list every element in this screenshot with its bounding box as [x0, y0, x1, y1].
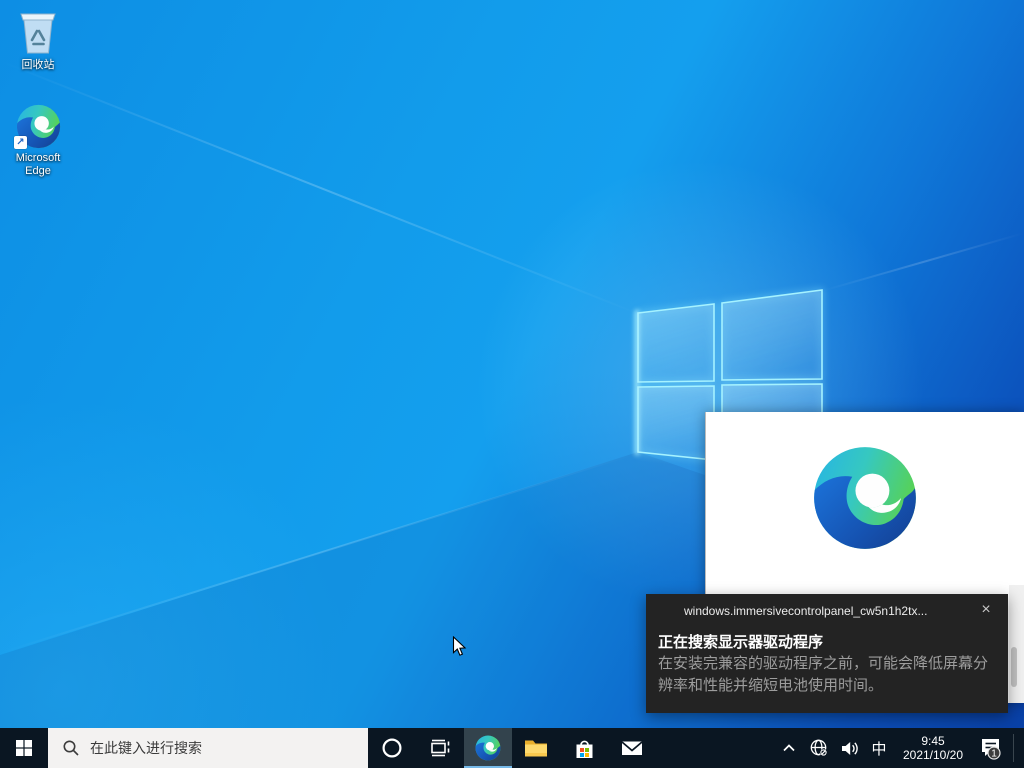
- toast-title: 正在搜索显示器驱动程序: [658, 631, 823, 652]
- ime-indicator[interactable]: 中: [864, 728, 894, 768]
- recycle-bin-icon: [2, 6, 74, 56]
- show-desktop-button[interactable]: [1017, 728, 1024, 768]
- desktop-icon-recycle-bin[interactable]: 回收站: [2, 6, 74, 72]
- taskbar-search-box[interactable]: [48, 728, 368, 768]
- speaker-icon: [839, 738, 860, 759]
- network-status-button[interactable]: [804, 728, 834, 768]
- clock-time: 9:45: [921, 734, 944, 748]
- taskbar-mail-button[interactable]: [608, 728, 656, 768]
- chevron-up-icon: [781, 740, 797, 756]
- light-ray: [822, 232, 1024, 292]
- logo-glow: [635, 310, 639, 455]
- notification-badge: 1: [991, 749, 997, 760]
- desktop-icon-label: Microsoft Edge: [2, 152, 74, 178]
- shortcut-arrow-icon: ↗: [14, 136, 27, 149]
- taskbar: 中 9:45 2021/10/20 1: [0, 728, 1024, 768]
- taskbar-separator: [1013, 734, 1014, 762]
- taskbar-store-button[interactable]: [560, 728, 608, 768]
- action-center-icon: 1: [976, 733, 1006, 763]
- globe-network-icon: [809, 738, 829, 758]
- edge-icon: [475, 735, 501, 761]
- taskbar-clock[interactable]: 9:45 2021/10/20: [894, 728, 972, 768]
- taskbar-edge-button[interactable]: [464, 728, 512, 768]
- task-view-button[interactable]: [416, 728, 464, 768]
- mail-icon: [619, 735, 645, 761]
- taskbar-file-explorer-button[interactable]: [512, 728, 560, 768]
- start-button[interactable]: [0, 728, 48, 768]
- edge-logo-icon: [812, 445, 918, 556]
- edge-icon: ↗: [2, 99, 74, 149]
- close-icon[interactable]: ×: [976, 600, 996, 620]
- light-ray: [0, 60, 642, 316]
- file-explorer-icon: [523, 735, 549, 761]
- search-input[interactable]: [48, 728, 368, 768]
- desktop-icon-label: 回收站: [2, 59, 74, 72]
- windows-desktop: 回收站 ↗ Microsoft Edge windows.immersiveco…: [0, 0, 1024, 768]
- system-tray: 中 9:45 2021/10/20 1: [774, 728, 1024, 768]
- windows-start-icon: [15, 739, 33, 757]
- notification-toast[interactable]: windows.immersivecontrolpanel_cw5n1h2tx.…: [646, 594, 1008, 713]
- cortana-icon: [381, 737, 403, 759]
- toast-app-name: windows.immersivecontrolpanel_cw5n1h2tx.…: [684, 604, 927, 618]
- scrollbar-track[interactable]: [1009, 585, 1024, 703]
- toast-body: 在安装完兼容的驱动程序之前，可能会降低屏幕分辨率和性能并缩短电池使用时间。: [658, 653, 998, 697]
- ime-label: 中: [871, 738, 886, 759]
- tray-overflow-button[interactable]: [774, 728, 804, 768]
- clock-date: 2021/10/20: [903, 748, 963, 762]
- task-view-icon: [428, 736, 452, 760]
- cortana-button[interactable]: [368, 728, 416, 768]
- scrollbar-thumb[interactable]: [1011, 647, 1017, 687]
- desktop-icon-microsoft-edge[interactable]: ↗ Microsoft Edge: [2, 99, 74, 178]
- microsoft-store-icon: [572, 736, 597, 761]
- action-center-button[interactable]: 1: [972, 728, 1010, 768]
- volume-button[interactable]: [834, 728, 864, 768]
